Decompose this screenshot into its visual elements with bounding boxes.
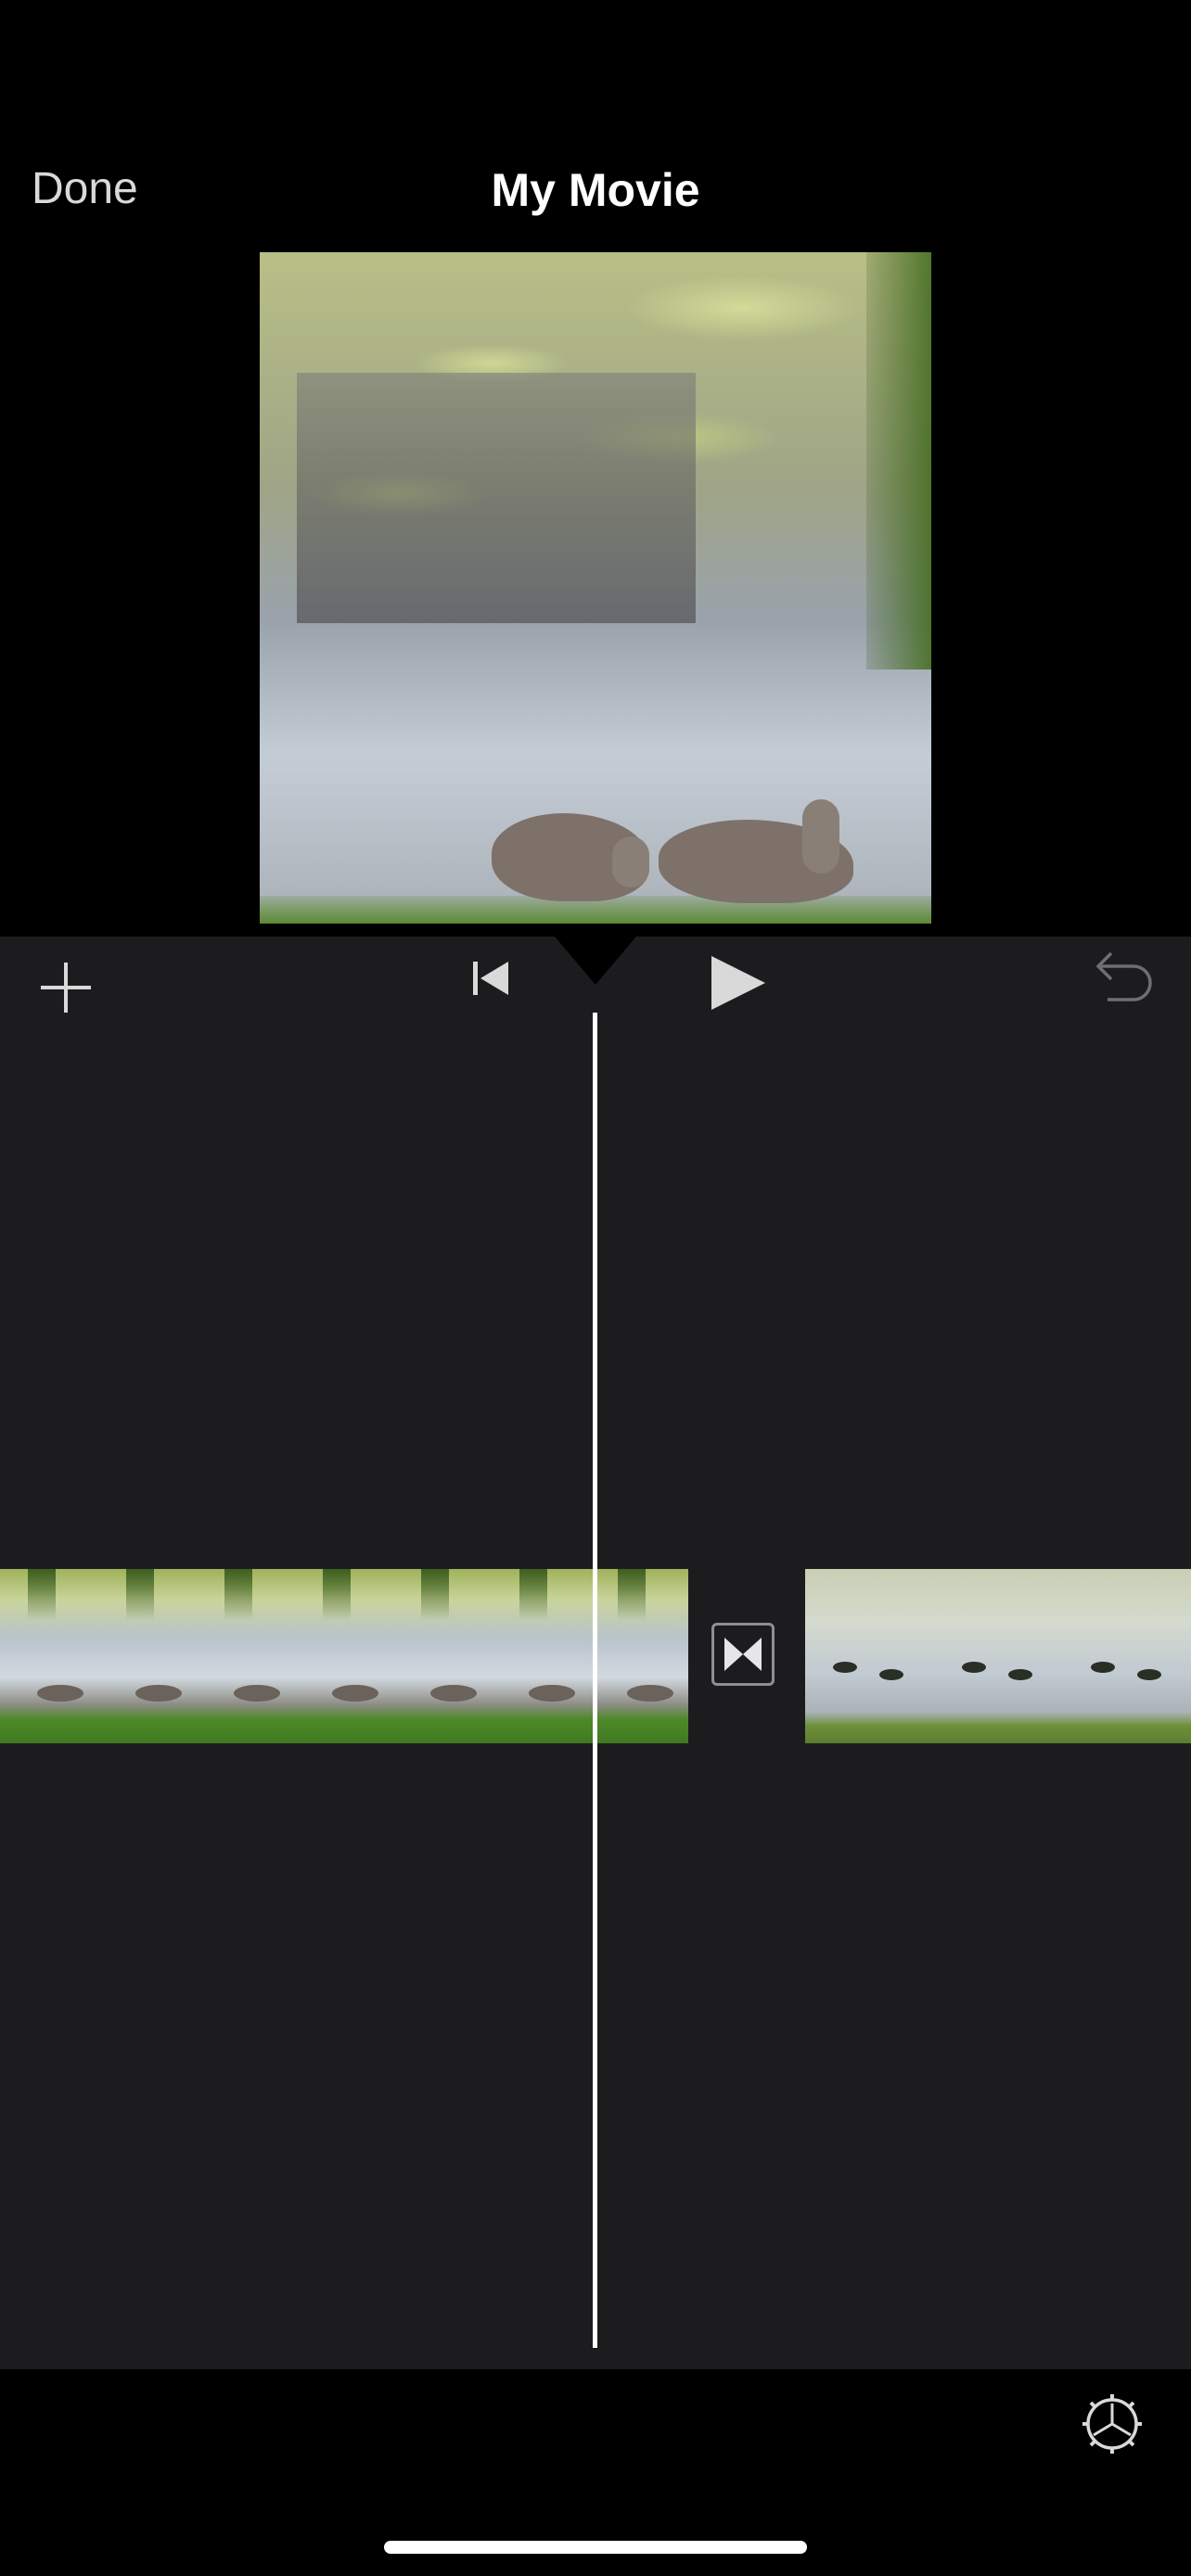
preview-swan-neck bbox=[802, 799, 839, 874]
play-button[interactable] bbox=[700, 950, 775, 1015]
preview-willow bbox=[866, 252, 931, 670]
clip-frame bbox=[492, 1569, 592, 1743]
clip-frame bbox=[1063, 1569, 1191, 1743]
preview-swan-neck bbox=[612, 836, 649, 887]
timeline-clip[interactable] bbox=[0, 1569, 688, 1743]
bowtie-transition-icon bbox=[724, 1638, 762, 1671]
skip-to-start-icon bbox=[473, 962, 508, 995]
settings-button[interactable] bbox=[1079, 2391, 1146, 2457]
clip-frame bbox=[295, 1569, 395, 1743]
home-indicator[interactable] bbox=[384, 2541, 807, 2554]
page-title: My Movie bbox=[491, 164, 700, 216]
navigation-bar: Done My Movie bbox=[0, 0, 1191, 250]
preview-reflection bbox=[297, 373, 696, 623]
clip-frame bbox=[934, 1569, 1064, 1743]
gear-icon bbox=[1082, 2394, 1142, 2454]
video-preview bbox=[260, 252, 931, 924]
clip-frame bbox=[0, 1569, 100, 1743]
clip-frame bbox=[98, 1569, 198, 1743]
transition-button[interactable] bbox=[711, 1623, 775, 1686]
undo-button[interactable] bbox=[1091, 950, 1158, 1008]
clip-frame bbox=[197, 1569, 297, 1743]
undo-icon bbox=[1095, 951, 1152, 1001]
timeline-clip[interactable] bbox=[805, 1569, 1191, 1743]
skip-to-start-button[interactable] bbox=[464, 950, 519, 1006]
playhead-line bbox=[593, 1013, 597, 2348]
play-icon bbox=[711, 956, 765, 1010]
clip-frame bbox=[590, 1569, 688, 1743]
clip-frame bbox=[805, 1569, 935, 1743]
playhead-notch bbox=[555, 937, 636, 985]
plus-icon bbox=[41, 963, 91, 1013]
add-media-button[interactable] bbox=[33, 955, 98, 1020]
clip-frame bbox=[393, 1569, 493, 1743]
